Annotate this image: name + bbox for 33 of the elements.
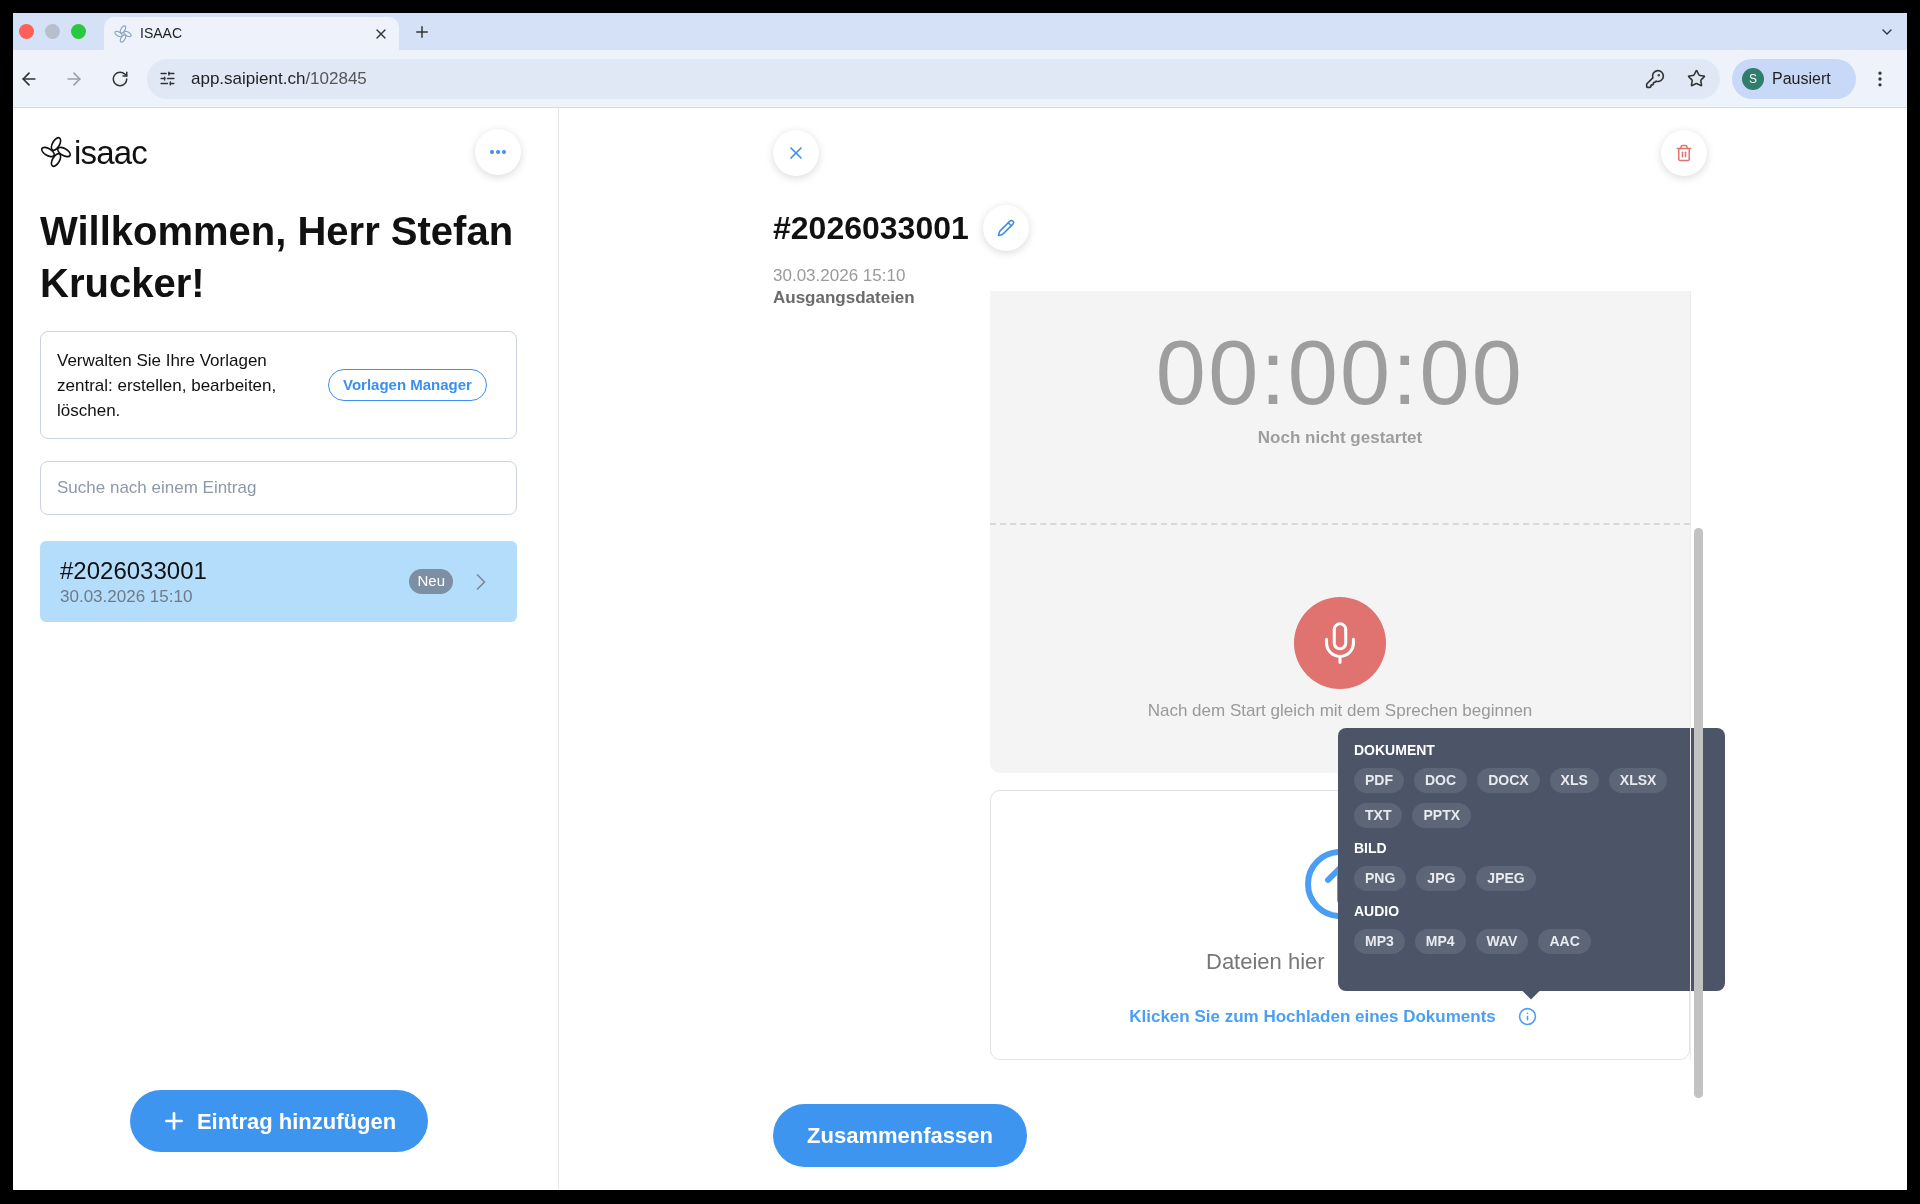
- file-group-label: AUDIO: [1354, 902, 1401, 921]
- tab-title: ISAAC: [140, 24, 183, 43]
- file-format-chip: DOCX: [1477, 768, 1540, 793]
- entry-heading: #2026033001: [773, 209, 969, 248]
- file-format-chip: JPEG: [1476, 866, 1536, 891]
- file-format-chip: MP4: [1414, 929, 1466, 954]
- profile-avatar: S: [1742, 67, 1764, 90]
- isaac-logo: isaac: [40, 135, 147, 169]
- entry-date: 30.03.2026 15:10: [773, 266, 907, 286]
- file-format-chip: XLS: [1549, 768, 1599, 793]
- entry-title: #2026033001: [60, 555, 208, 586]
- timer-display: 00:00:00: [1155, 325, 1525, 421]
- url-text: app.saipient.ch/102845: [191, 67, 367, 90]
- recording-hint: Nach dem Start gleich mit dem Sprechen beginnen: [1147, 700, 1533, 721]
- recording-status: Noch nicht gestartet: [1257, 427, 1423, 449]
- file-format-chip: WAV: [1475, 929, 1529, 954]
- file-format-chip: AAC: [1538, 929, 1591, 954]
- file-format-chip: MP3: [1354, 929, 1405, 954]
- file-format-chip: TXT: [1354, 803, 1403, 828]
- new-badge: Neu: [409, 569, 453, 594]
- file-format-chip: PPTX: [1412, 803, 1472, 828]
- file-format-chip: PNG: [1354, 866, 1407, 891]
- file-format-chip: PDF: [1354, 768, 1404, 793]
- upload-instruction: Dateien hier: [1206, 948, 1325, 976]
- welcome-heading: Willkommen, Herr Stefan Krucker!: [40, 208, 515, 307]
- file-format-chip: DOC: [1414, 768, 1468, 793]
- templates-description: Verwalten Sie Ihre Vorlagen zentral: erstellen, bearbeiten, löschen.: [57, 349, 278, 422]
- section-label: Ausgangsdateien: [773, 288, 916, 309]
- file-format-chip: JPG: [1416, 866, 1467, 891]
- file-format-chip: XLSX: [1608, 768, 1668, 793]
- file-group-label: DOKUMENT: [1354, 741, 1436, 760]
- file-group-label: BILD: [1354, 839, 1388, 858]
- entry-date: 30.03.2026 15:10: [60, 585, 194, 608]
